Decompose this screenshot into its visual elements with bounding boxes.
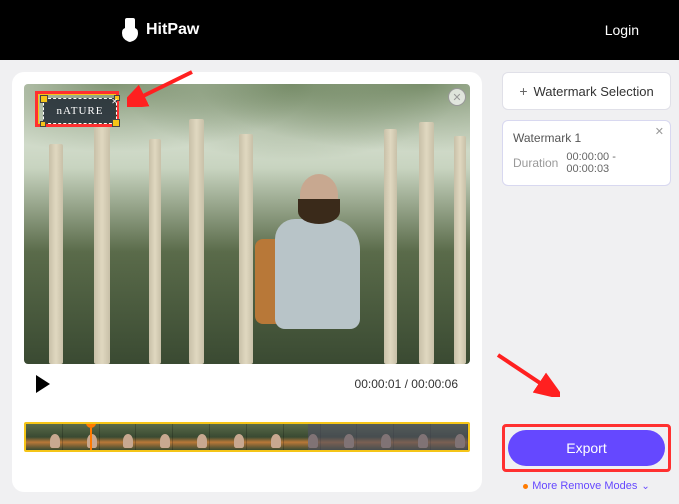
video-preview[interactable]: ✕ ✕ nATURE	[24, 84, 470, 364]
more-modes-label: More Remove Modes	[532, 480, 637, 492]
export-highlight-box: Export	[502, 424, 671, 472]
total-time: 00:00:06	[411, 377, 458, 391]
more-remove-modes-link[interactable]: More Remove Modes ⌄	[502, 480, 671, 492]
watermark-card-title: Watermark 1	[513, 131, 660, 145]
play-button[interactable]	[36, 375, 50, 393]
duration-value: 00:00:00 - 00:00:03	[566, 151, 660, 175]
plus-icon: +	[519, 83, 527, 99]
export-button[interactable]: Export	[508, 430, 665, 466]
export-area: Export More Remove Modes ⌄	[502, 424, 671, 492]
chevron-down-icon: ⌄	[641, 481, 649, 492]
close-icon: ✕	[452, 91, 461, 104]
close-video-button[interactable]: ✕	[448, 88, 466, 106]
timeline-playhead[interactable]	[86, 422, 96, 452]
duration-label: Duration	[513, 156, 558, 170]
annotation-arrow-export	[490, 347, 560, 397]
close-icon[interactable]: ✕	[111, 97, 118, 106]
login-link[interactable]: Login	[605, 22, 639, 38]
main-content: ✕ ✕ nATURE	[0, 60, 679, 504]
video-controls: 00:00:01 / 00:00:06	[24, 364, 470, 404]
watermark-highlight-box: ✕ nATURE	[36, 92, 118, 126]
video-timeline[interactable]	[24, 422, 470, 452]
sidebar-panel: + Watermark Selection ✕ Watermark 1 Dura…	[494, 60, 679, 504]
brand-name: HitPaw	[146, 21, 199, 39]
hitpaw-logo-icon	[120, 18, 140, 42]
brand-logo[interactable]: HitPaw	[120, 18, 199, 42]
app-header: HitPaw Login	[0, 0, 679, 60]
notification-dot-icon	[523, 484, 528, 489]
watermark-text: nATURE	[57, 105, 104, 117]
current-time: 00:00:01	[355, 377, 402, 391]
watermark-card[interactable]: ✕ Watermark 1 Duration 00:00:00 - 00:00:…	[502, 120, 671, 186]
add-watermark-selection-button[interactable]: + Watermark Selection	[502, 72, 671, 110]
annotation-arrow-watermark	[127, 67, 197, 107]
watermark-selection-box[interactable]: ✕ nATURE	[43, 98, 117, 124]
video-editor-panel: ✕ ✕ nATURE	[12, 72, 482, 492]
watermark-selection-label: Watermark Selection	[534, 84, 654, 99]
time-display: 00:00:01 / 00:00:06	[355, 377, 458, 391]
remove-watermark-button[interactable]: ✕	[655, 125, 664, 138]
watermark-duration: Duration 00:00:00 - 00:00:03	[513, 151, 660, 175]
